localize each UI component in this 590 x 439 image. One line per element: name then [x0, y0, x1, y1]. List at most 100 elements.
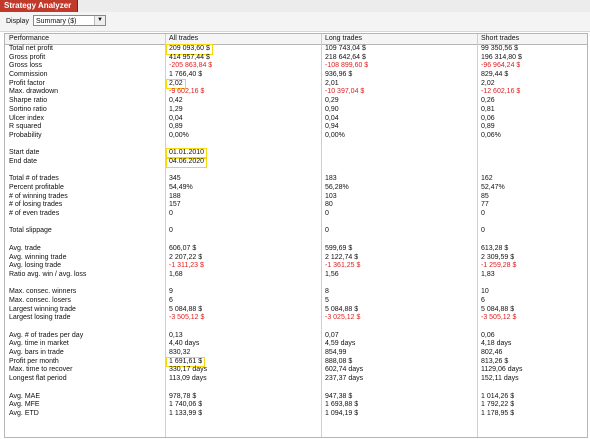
table-row: Avg. bars in trade 830,32 854,99 802,46 — [5, 349, 587, 358]
table-row — [5, 141, 587, 150]
row-label: Avg. bars in trade — [9, 349, 64, 357]
cell-long-trades: 0 — [325, 227, 329, 235]
cell-long-trades: 8 — [325, 288, 329, 296]
cell-short-trades: 196 314,80 $ — [481, 53, 522, 61]
window-title-tab[interactable]: Strategy Analyzer — [0, 0, 79, 12]
row-label: Percent profitable — [9, 184, 64, 191]
row-label: Avg. MFE — [9, 401, 40, 409]
column-header-all-trades[interactable]: All trades — [169, 34, 198, 44]
cell-short-trades: 162 — [481, 175, 493, 183]
cell-long-trades: 80 — [325, 201, 333, 209]
table-row — [5, 219, 587, 228]
performance-grid[interactable]: Performance All trades Long trades Short… — [4, 33, 588, 438]
row-label: Largest winning trade — [9, 305, 76, 313]
cell-short-trades: 0 — [481, 227, 485, 235]
cell-short-trades: 1,83 — [481, 270, 495, 278]
column-header-short-trades[interactable]: Short trades — [481, 34, 519, 44]
cell-short-trades: 0,89 — [481, 123, 495, 131]
cell-short-trades: -12 602,16 $ — [481, 88, 521, 96]
row-label: Avg. losing trade — [9, 262, 62, 270]
cell-all-trades: -1 311,23 $ — [169, 262, 204, 270]
cell-all-trades: 1 766,40 $ — [169, 71, 203, 79]
cell-short-trades: -96 964,24 $ — [481, 62, 521, 70]
row-label: # of even trades — [9, 210, 60, 218]
row-label: Max. drawdown — [9, 88, 59, 96]
cell-short-trades: 2,02 — [481, 79, 495, 87]
cell-all-trades: 830,32 — [169, 349, 191, 357]
cell-short-trades: 99 350,56 $ — [481, 45, 518, 52]
cell-short-trades: 0,81 — [481, 105, 495, 113]
table-row: Avg. winning trade 2 207,22 $ 2 122,74 $ 2 … — [5, 254, 587, 263]
row-label: Total net profit — [9, 45, 53, 52]
cell-all-trades: 113,09 days — [169, 375, 207, 383]
column-header-long-trades[interactable]: Long trades — [325, 34, 362, 44]
cell-short-trades: 0 — [481, 210, 485, 218]
table-row: Avg. time in market 4,40 days 4,59 days 4,1… — [5, 340, 587, 349]
table-row: Max. consec. winners 9 8 10 — [5, 288, 587, 297]
table-row: Profit factor 2,02 2,01 2,02 — [5, 78, 587, 90]
cell-short-trades: 10 — [481, 288, 489, 296]
cell-all-trades: 345 — [169, 175, 181, 183]
cell-all-trades: 04.06.2020 — [165, 156, 208, 168]
row-label: Ratio avg. win / avg. loss — [9, 270, 87, 278]
cell-all-trades: 1,68 — [169, 270, 183, 278]
table-row — [5, 384, 587, 393]
cell-long-trades: 602,74 days — [325, 366, 364, 374]
table-row: Commission 1 766,40 $ 936,96 $ 829,44 $ — [5, 71, 587, 80]
table-row: Avg. trade 606,07 $ 599,69 $ 613,28 $ — [5, 245, 587, 254]
row-label: Avg. ETD — [9, 409, 39, 417]
cell-long-trades: 109 743,04 $ — [325, 45, 366, 52]
table-row: Longest flat period 113,09 days 237,37 day… — [5, 375, 587, 384]
cell-long-trades: 1 693,88 $ — [325, 401, 359, 409]
row-label: Profit per month — [9, 357, 59, 365]
table-row: # of losing trades 157 80 77 — [5, 201, 587, 210]
table-row: # of even trades 0 0 0 — [5, 210, 587, 219]
cell-all-trades: 0,04 — [169, 114, 183, 122]
cell-all-trades: 1 740,06 $ — [169, 401, 203, 409]
table-row: R squared 0,89 0,94 0,89 — [5, 123, 587, 132]
table-row: Total slippage 0 0 0 — [5, 227, 587, 236]
cell-all-trades: 2 207,22 $ — [169, 253, 203, 261]
table-row: Avg. # of trades per day 0,13 0,07 0,06 — [5, 332, 587, 341]
cell-long-trades: -108 899,60 $ — [325, 62, 369, 70]
row-label: Max. time to recover — [9, 366, 73, 374]
cell-long-trades: 183 — [325, 175, 337, 183]
row-label: Start date — [9, 149, 40, 157]
column-header-performance[interactable]: Performance — [9, 34, 49, 44]
row-label: Avg. MAE — [9, 392, 40, 400]
cell-all-trades: -9 602,16 $ — [169, 88, 205, 96]
cell-all-trades: 0,00% — [169, 131, 189, 139]
cell-all-trades: 0 — [169, 210, 173, 218]
cell-long-trades: 599,69 $ — [325, 244, 353, 252]
display-select[interactable]: Summary ($) ▼ — [33, 15, 106, 26]
toolbar: Display Summary ($) ▼ — [0, 12, 590, 32]
cell-short-trades: 77 — [481, 201, 489, 209]
cell-all-trades: 1 691,61 $ — [165, 356, 206, 368]
table-row: Percent profitable 54,49% 56,28% 52,47% — [5, 184, 587, 193]
row-label: Avg. time in market — [9, 340, 69, 348]
row-label: Largest losing trade — [9, 314, 71, 322]
table-row — [5, 280, 587, 289]
cell-all-trades: 1,29 — [169, 105, 183, 113]
cell-long-trades: -1 361,25 $ — [325, 262, 361, 270]
display-label: Display — [6, 18, 29, 25]
row-label: Avg. # of trades per day — [9, 331, 84, 339]
cell-all-trades: 209 093,60 $ — [166, 44, 213, 55]
table-row: Sortino ratio 1,29 0,90 0,81 — [5, 106, 587, 115]
chevron-down-icon[interactable]: ▼ — [94, 16, 105, 25]
row-label: R squared — [9, 123, 42, 131]
cell-short-trades: 1 014,26 $ — [481, 392, 515, 400]
table-row: Ratio avg. win / avg. loss 1,68 1,56 1,83 — [5, 271, 587, 280]
cell-long-trades: -3 025,12 $ — [325, 314, 361, 322]
cell-all-trades: 606,07 $ — [169, 244, 197, 252]
table-row — [5, 323, 587, 332]
cell-long-trades: 237,37 days — [325, 375, 364, 383]
cell-short-trades: 85 — [481, 192, 489, 200]
cell-all-trades: 188 — [169, 192, 181, 200]
cell-all-trades: 0,13 — [169, 331, 183, 339]
row-label: Max. consec. losers — [9, 296, 71, 304]
cell-short-trades: 802,46 — [481, 349, 503, 357]
table-row: Avg. ETD 1 133,99 $ 1 094,19 $ 1 178,95 $ — [5, 410, 587, 419]
table-row: Ulcer index 0,04 0,04 0,06 — [5, 115, 587, 124]
row-label: Max. consec. winners — [9, 288, 77, 296]
